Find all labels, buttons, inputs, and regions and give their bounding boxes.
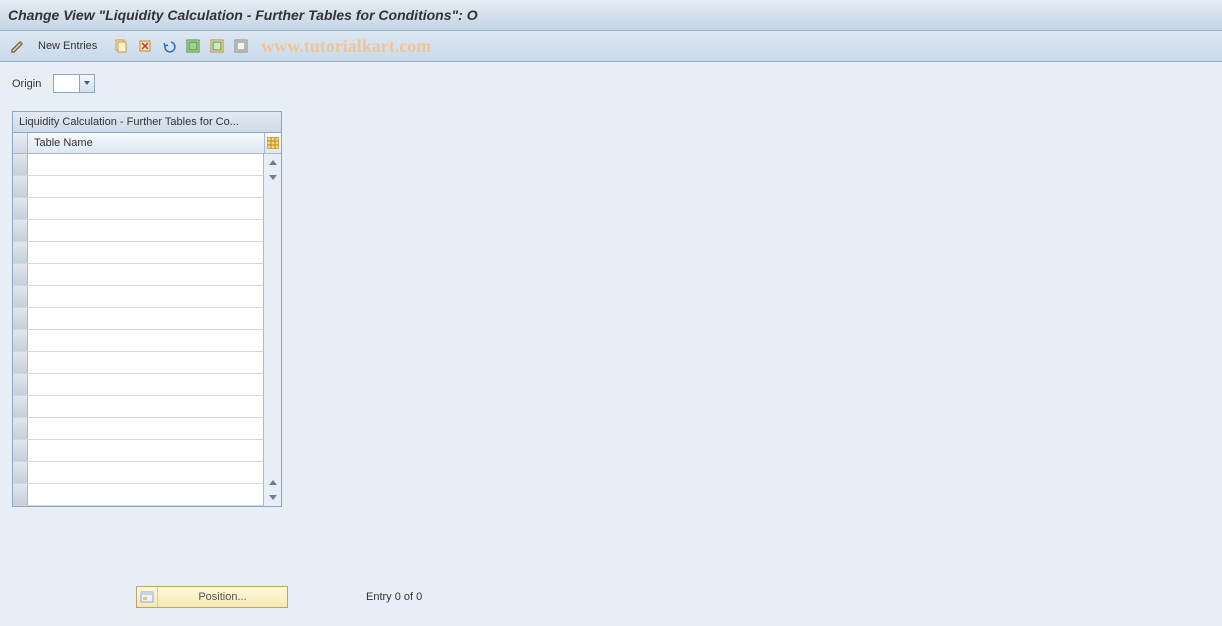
position-button-label: Position... bbox=[158, 591, 287, 603]
deselect-all-icon[interactable] bbox=[231, 36, 251, 56]
table-row[interactable] bbox=[13, 462, 263, 484]
table-cell[interactable] bbox=[28, 176, 263, 197]
table-panel: Liquidity Calculation - Further Tables f… bbox=[12, 111, 282, 507]
table-row[interactable] bbox=[13, 286, 263, 308]
entry-count-text: Entry 0 of 0 bbox=[366, 591, 422, 603]
table-row[interactable] bbox=[13, 220, 263, 242]
origin-select[interactable] bbox=[53, 74, 95, 93]
row-selector[interactable] bbox=[13, 198, 28, 219]
row-selector[interactable] bbox=[13, 330, 28, 351]
title-bar: Change View "Liquidity Calculation - Fur… bbox=[0, 0, 1222, 31]
copy-icon[interactable] bbox=[111, 36, 131, 56]
chevron-down-icon bbox=[84, 81, 90, 85]
toolbar: New Entries www.tutorialkart.com bbox=[0, 31, 1222, 62]
column-header-table-name[interactable]: Table Name bbox=[28, 133, 265, 153]
edit-icon[interactable] bbox=[8, 36, 28, 56]
row-selector[interactable] bbox=[13, 154, 28, 175]
row-selector[interactable] bbox=[13, 462, 28, 483]
table-cell[interactable] bbox=[28, 440, 263, 461]
origin-label: Origin bbox=[12, 78, 41, 90]
table-row[interactable] bbox=[13, 154, 263, 176]
row-selector[interactable] bbox=[13, 484, 28, 505]
table-cell[interactable] bbox=[28, 308, 263, 329]
table-row[interactable] bbox=[13, 374, 263, 396]
table-cell[interactable] bbox=[28, 462, 263, 483]
row-selector[interactable] bbox=[13, 440, 28, 461]
scroll-up-icon[interactable] bbox=[266, 156, 279, 169]
content-area: Origin Liquidity Calculation - Further T… bbox=[0, 62, 1222, 519]
table-cell[interactable] bbox=[28, 352, 263, 373]
table-cell[interactable] bbox=[28, 220, 263, 241]
watermark-text: www.tutorialkart.com bbox=[261, 36, 431, 57]
table-cell[interactable] bbox=[28, 264, 263, 285]
select-block-icon[interactable] bbox=[207, 36, 227, 56]
table-row[interactable] bbox=[13, 198, 263, 220]
vertical-scrollbar[interactable] bbox=[263, 154, 281, 506]
origin-field-row: Origin bbox=[12, 74, 1210, 93]
table-row[interactable] bbox=[13, 484, 263, 506]
table-row[interactable] bbox=[13, 352, 263, 374]
table-row[interactable] bbox=[13, 418, 263, 440]
row-selector[interactable] bbox=[13, 264, 28, 285]
table-header-row: Table Name bbox=[13, 133, 281, 154]
scroll-page-up-icon[interactable] bbox=[266, 476, 279, 489]
table-cell[interactable] bbox=[28, 418, 263, 439]
table-row[interactable] bbox=[13, 330, 263, 352]
table-body bbox=[13, 154, 281, 506]
table-row[interactable] bbox=[13, 242, 263, 264]
table-cell[interactable] bbox=[28, 198, 263, 219]
scroll-page-down-icon[interactable] bbox=[266, 171, 279, 184]
table-settings-icon bbox=[267, 137, 279, 149]
table-row[interactable] bbox=[13, 440, 263, 462]
row-selector[interactable] bbox=[13, 352, 28, 373]
delete-icon[interactable] bbox=[135, 36, 155, 56]
undo-icon[interactable] bbox=[159, 36, 179, 56]
position-icon bbox=[137, 587, 158, 607]
table-cell[interactable] bbox=[28, 484, 263, 505]
row-selector[interactable] bbox=[13, 418, 28, 439]
new-entries-button[interactable]: New Entries bbox=[32, 38, 103, 54]
row-selector[interactable] bbox=[13, 374, 28, 395]
row-selector[interactable] bbox=[13, 308, 28, 329]
page-title: Change View "Liquidity Calculation - Fur… bbox=[8, 7, 478, 23]
table-cell[interactable] bbox=[28, 242, 263, 263]
select-all-icon[interactable] bbox=[183, 36, 203, 56]
table-row[interactable] bbox=[13, 308, 263, 330]
row-selector[interactable] bbox=[13, 286, 28, 307]
table-cell[interactable] bbox=[28, 286, 263, 307]
table-cell[interactable] bbox=[28, 330, 263, 351]
position-button[interactable]: Position... bbox=[136, 586, 288, 608]
table-row[interactable] bbox=[13, 176, 263, 198]
table-rows-area bbox=[13, 154, 263, 506]
row-selector[interactable] bbox=[13, 242, 28, 263]
table-row[interactable] bbox=[13, 264, 263, 286]
table-cell[interactable] bbox=[28, 374, 263, 395]
row-selector[interactable] bbox=[13, 220, 28, 241]
table-cell[interactable] bbox=[28, 154, 263, 175]
row-selector[interactable] bbox=[13, 396, 28, 417]
table-title: Liquidity Calculation - Further Tables f… bbox=[13, 112, 281, 133]
row-selector[interactable] bbox=[13, 176, 28, 197]
footer-area: Position... Entry 0 of 0 bbox=[0, 586, 1222, 608]
table-configure-button[interactable] bbox=[265, 133, 281, 153]
table-cell[interactable] bbox=[28, 396, 263, 417]
row-selector-header[interactable] bbox=[13, 133, 28, 153]
scroll-down-icon[interactable] bbox=[266, 491, 279, 504]
table-row[interactable] bbox=[13, 396, 263, 418]
